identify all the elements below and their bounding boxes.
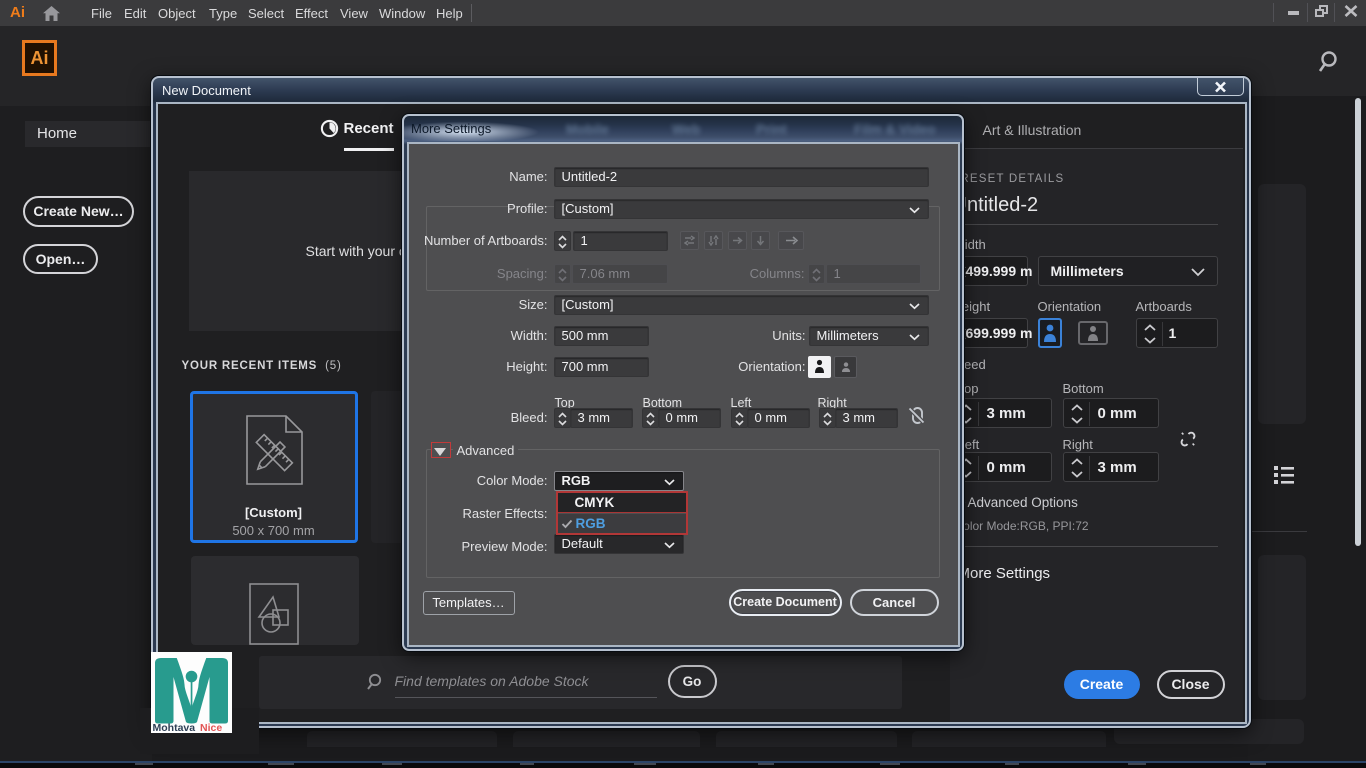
svg-text:Mohtava: Mohtava (153, 722, 196, 733)
svg-text:Nice: Nice (200, 722, 222, 733)
